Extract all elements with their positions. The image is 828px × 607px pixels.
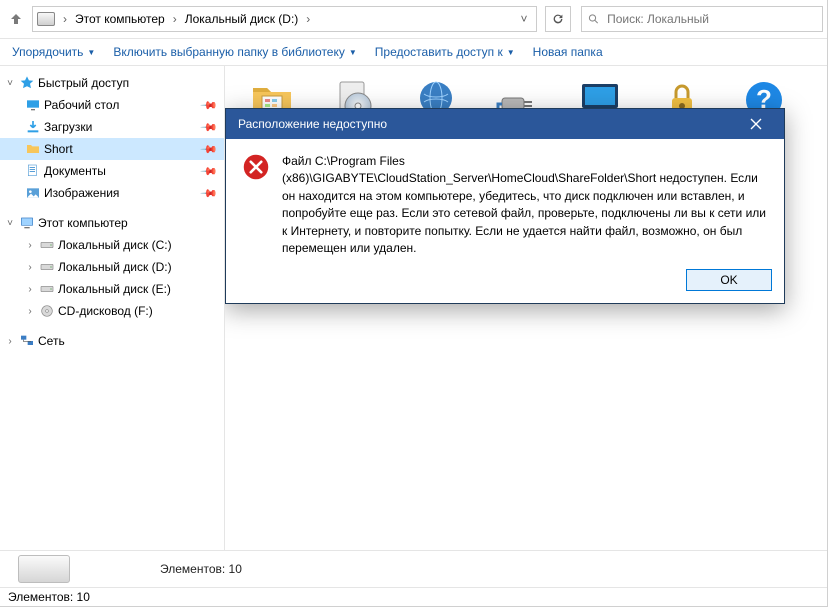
quick-access-section: ˅ Быстрый доступ Рабочий стол📌Загрузки📌S… xyxy=(0,72,224,204)
network-label: Сеть xyxy=(38,334,65,348)
this-pc-section: ˅ Этот компьютер › Локальный диск (C:) › Ло… xyxy=(0,212,224,322)
sidebar-item-label: Локальный диск (E:) xyxy=(58,282,171,296)
sidebar-item-label: CD-дисковод (F:) xyxy=(58,304,153,318)
breadcrumb[interactable]: › Этот компьютер › Локальный диск (D:) ›… xyxy=(32,6,537,32)
quick-access-label: Быстрый доступ xyxy=(38,76,129,90)
collapse-icon[interactable]: ˅ xyxy=(4,78,16,89)
breadcrumb-dropdown-icon[interactable]: ˅ xyxy=(516,12,532,26)
dialog-title: Расположение недоступно xyxy=(238,117,736,131)
dialog-message: Файл C:\Program Files (x86)\GIGABYTE\Clo… xyxy=(282,153,768,257)
folder-icon xyxy=(24,141,42,157)
status-bar: Элементов: 10 xyxy=(0,587,827,606)
collapse-icon[interactable]: ˅ xyxy=(4,218,16,229)
network-section: › Сеть xyxy=(0,330,224,352)
sidebar-item-drive[interactable]: › Локальный диск (C:) xyxy=(0,234,224,256)
expand-icon[interactable]: › xyxy=(24,306,36,317)
sidebar-item-label: Рабочий стол xyxy=(44,98,119,112)
details-pane: Элементов: 10 xyxy=(0,550,827,587)
sidebar-item-drive[interactable]: › Локальный диск (E:) xyxy=(0,278,224,300)
expand-icon[interactable]: › xyxy=(24,240,36,251)
error-icon xyxy=(242,153,270,181)
sidebar-item-label: Локальный диск (D:) xyxy=(58,260,172,274)
navigation-pane: ˅ Быстрый доступ Рабочий стол📌Загрузки📌S… xyxy=(0,66,225,550)
pin-icon: 📌 xyxy=(200,162,219,181)
search-box[interactable] xyxy=(581,6,823,32)
caret-down-icon: ▼ xyxy=(349,48,357,57)
sidebar-item-label: Изображения xyxy=(44,186,119,200)
new-folder-button[interactable]: Новая папка xyxy=(533,45,603,59)
sidebar-item-quick[interactable]: Рабочий стол 📌 xyxy=(0,94,224,116)
sidebar-item-label: Short xyxy=(44,142,73,156)
content-pane: AppsDistribGamesPORTABLE PROGRAMSProgram… xyxy=(225,66,827,550)
sidebar-item-quick[interactable]: Документы 📌 xyxy=(0,160,224,182)
organize-menu[interactable]: Упорядочить▼ xyxy=(12,45,95,59)
body-split: ˅ Быстрый доступ Рабочий стол📌Загрузки📌S… xyxy=(0,66,827,550)
pin-icon: 📌 xyxy=(200,118,219,137)
include-in-library-menu[interactable]: Включить выбранную папку в библиотеку▼ xyxy=(113,45,356,59)
network-icon xyxy=(18,333,36,349)
close-button[interactable] xyxy=(736,109,776,139)
sidebar-item-quick[interactable]: Загрузки 📌 xyxy=(0,116,224,138)
hdd-icon xyxy=(38,259,56,275)
this-pc-header[interactable]: ˅ Этот компьютер xyxy=(0,212,224,234)
close-icon xyxy=(750,118,762,130)
sidebar-item-label: Документы xyxy=(44,164,106,178)
command-bar: Упорядочить▼ Включить выбранную папку в … xyxy=(0,39,827,66)
quick-access-header[interactable]: ˅ Быстрый доступ xyxy=(0,72,224,94)
details-text: Элементов: 10 xyxy=(80,562,819,576)
dialog-footer: OK xyxy=(226,263,784,303)
chevron-right-icon[interactable]: › xyxy=(169,12,181,26)
search-icon xyxy=(588,13,599,25)
pin-icon: 📌 xyxy=(200,96,219,115)
network-header[interactable]: › Сеть xyxy=(0,330,224,352)
hdd-icon xyxy=(38,237,56,253)
expand-icon[interactable]: › xyxy=(24,262,36,273)
share-menu[interactable]: Предоставить доступ к▼ xyxy=(375,45,515,59)
sidebar-item-label: Локальный диск (C:) xyxy=(58,238,172,252)
pin-icon: 📌 xyxy=(200,184,219,203)
pin-icon: 📌 xyxy=(200,140,219,159)
hdd-icon xyxy=(38,281,56,297)
drive-thumbnail-icon xyxy=(18,555,70,583)
status-count: Элементов: 10 xyxy=(8,590,90,604)
expand-icon[interactable]: › xyxy=(4,336,16,347)
sidebar-item-drive[interactable]: › Локальный диск (D:) xyxy=(0,256,224,278)
drive-icon xyxy=(37,12,55,26)
chevron-right-icon[interactable]: › xyxy=(302,12,314,26)
sidebar-item-quick[interactable]: Short 📌 xyxy=(0,138,224,160)
refresh-button[interactable] xyxy=(545,6,571,32)
address-bar-row: › Этот компьютер › Локальный диск (D:) ›… xyxy=(0,0,827,39)
sidebar-item-label: Загрузки xyxy=(44,120,92,134)
star-icon xyxy=(18,75,36,91)
caret-down-icon: ▼ xyxy=(507,48,515,57)
dialog-titlebar[interactable]: Расположение недоступно xyxy=(226,109,784,139)
expand-icon[interactable]: › xyxy=(24,284,36,295)
this-pc-label: Этот компьютер xyxy=(38,216,128,230)
nav-up-icon[interactable] xyxy=(4,7,28,31)
pictures-icon xyxy=(24,185,42,201)
sidebar-item-quick[interactable]: Изображения 📌 xyxy=(0,182,224,204)
pc-icon xyxy=(18,215,36,231)
ok-button[interactable]: OK xyxy=(686,269,772,291)
cd-icon xyxy=(38,303,56,319)
explorer-window: › Этот компьютер › Локальный диск (D:) ›… xyxy=(0,0,828,607)
chevron-right-icon[interactable]: › xyxy=(59,12,71,26)
desktop-icon xyxy=(24,97,42,113)
downloads-icon xyxy=(24,119,42,135)
dialog-body: Файл C:\Program Files (x86)\GIGABYTE\Clo… xyxy=(226,139,784,263)
documents-icon xyxy=(24,163,42,179)
search-input[interactable] xyxy=(605,11,816,27)
breadcrumb-root[interactable]: Этот компьютер xyxy=(73,10,167,28)
breadcrumb-leaf[interactable]: Локальный диск (D:) xyxy=(183,10,301,28)
sidebar-item-drive[interactable]: › CD-дисковод (F:) xyxy=(0,300,224,322)
caret-down-icon: ▼ xyxy=(87,48,95,57)
error-dialog: Расположение недоступно Файл C:\Program … xyxy=(225,108,785,304)
